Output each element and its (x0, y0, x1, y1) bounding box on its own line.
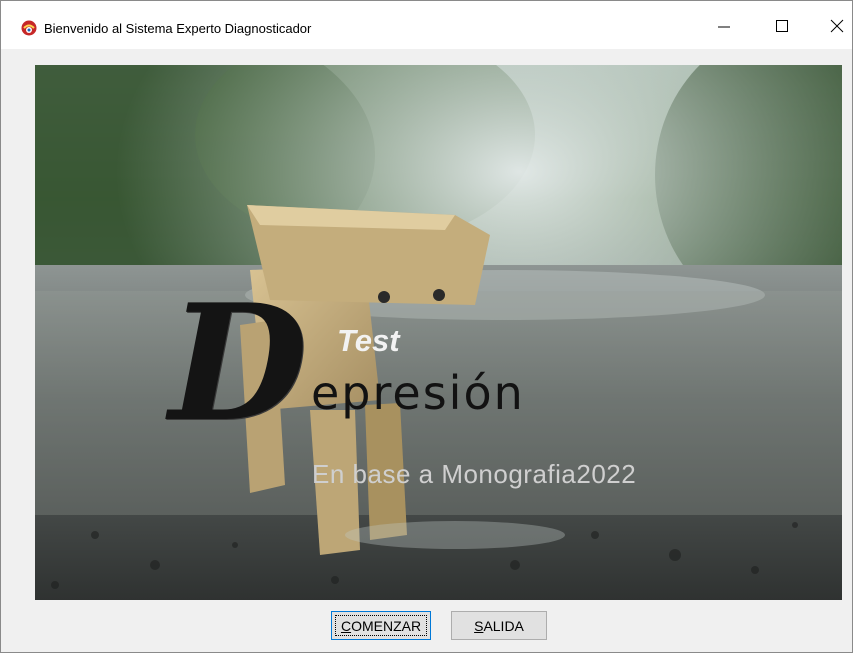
exit-button[interactable]: SALIDA (451, 611, 547, 640)
hero-title-rest: epresión (311, 366, 525, 420)
app-logo-icon (21, 20, 37, 36)
title-bar[interactable]: Bienvenido al Sistema Experto Diagnostic… (1, 1, 852, 49)
start-label-rest: OMENZAR (351, 617, 422, 634)
start-mnemonic: C (340, 617, 352, 634)
close-icon (830, 19, 844, 33)
maximize-button[interactable] (758, 1, 808, 49)
start-button-label: COMENZAR (341, 618, 421, 634)
window-title: Bienvenido al Sistema Experto Diagnostic… (44, 21, 312, 36)
app-window: Bienvenido al Sistema Experto Diagnostic… (0, 0, 853, 653)
minimize-icon (718, 26, 730, 28)
exit-label-rest: ALIDA (483, 617, 524, 634)
exit-button-label: SALIDA (474, 618, 524, 634)
start-button[interactable]: COMENZAR (331, 611, 431, 640)
minimize-button[interactable] (700, 1, 750, 49)
maximize-icon (776, 20, 788, 32)
close-button[interactable] (813, 1, 853, 49)
hero-test-label: Test (337, 323, 400, 358)
splash-image (35, 65, 842, 600)
hero-title-initial: D (169, 269, 308, 457)
hero-subtitle: En base a Monografia2022 (312, 459, 637, 489)
